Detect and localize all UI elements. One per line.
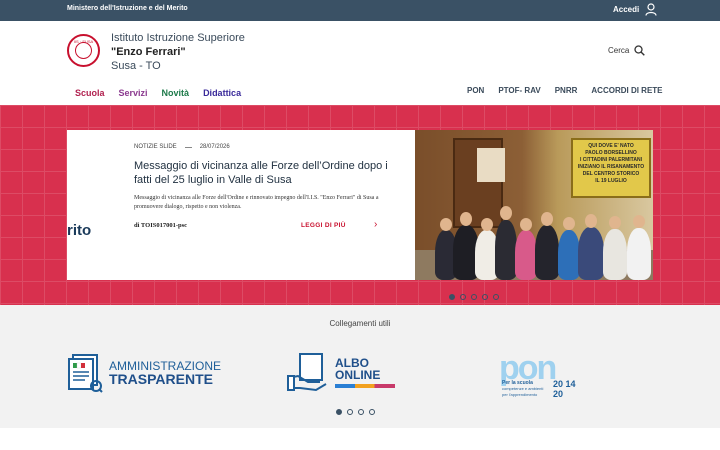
hero-slide-dot-3[interactable] [471, 294, 477, 300]
search-label: Cerca [608, 46, 630, 55]
photo-person [603, 229, 627, 280]
slide-excerpt: Messaggio di vicinanza alle Forze dell'O… [134, 195, 379, 210]
photo-head [609, 216, 621, 229]
photo-head [633, 215, 645, 228]
plaque-line: INIZIANO IL RISANAMENTO [577, 164, 645, 170]
plaque-line: I CITTADINI PALERMITANI [580, 157, 642, 163]
plaque-line: PAOLO BORSELLINO [585, 150, 637, 156]
hero-carousel: rito NOTIZIE SLIDE 28/07/2026 Messaggio … [0, 105, 720, 305]
amministrazione-trasparente-link[interactable]: AMMINISTRAZIONE TRASPARENTE [67, 353, 221, 393]
amministrazione-trasparente-label: AMMINISTRAZIONE TRASPARENTE [109, 360, 221, 387]
links-slide-dot-2[interactable] [347, 409, 353, 415]
pon-years: 20 14 20 [553, 379, 576, 399]
plaque-line: DEL CENTRO STORICO [582, 171, 640, 177]
hero-slide-dot-5[interactable] [493, 294, 499, 300]
plaque-line: QUI DOVE E' NATO [588, 143, 634, 149]
logo-emblem [75, 42, 92, 59]
news-slide-card: rito NOTIZIE SLIDE 28/07/2026 Messaggio … [67, 130, 653, 300]
photo-person [578, 227, 604, 280]
hand-holding-document-icon [287, 353, 327, 392]
photo-head [440, 218, 452, 231]
nav-item-ptof-rav[interactable]: PTOF- RAV [498, 86, 540, 95]
links-carousel-indicators [336, 409, 375, 415]
albo-online-link[interactable]: ALBO ONLINE [286, 352, 395, 392]
previous-slide-peek[interactable]: rito [67, 130, 119, 280]
slide-meta: NOTIZIE SLIDE 28/07/2026 [134, 144, 230, 150]
school-name-line1: Istituto Istruzione Superiore [111, 32, 245, 44]
useful-links-title: Collegamenti utili [329, 319, 391, 328]
photo-head [500, 206, 512, 220]
nav-item-didattica[interactable]: Didattica [203, 88, 241, 98]
links-slide-dot-4[interactable] [369, 409, 375, 415]
pon-subtitle: Per la scuola competenze e ambienti per … [502, 380, 550, 398]
arrow-right-icon[interactable]: › [374, 219, 377, 230]
photo-head [481, 218, 493, 231]
login-button[interactable]: Accedi [613, 3, 657, 16]
photo-head [563, 217, 575, 230]
documents-icon [68, 354, 103, 393]
slide-author: di TOIS017001-psc [134, 222, 188, 229]
photo-person [558, 230, 580, 280]
login-label: Accedi [613, 5, 640, 14]
slide-photo: QUI DOVE E' NATO PAOLO BORSELLINO I CITT… [415, 130, 653, 280]
plaque-line: IL 19 LUGLIO [595, 178, 627, 184]
albo-line1: ALBO [335, 355, 369, 370]
nav-item-accordi-di-rete[interactable]: ACCORDI DI RETE [591, 86, 662, 95]
photo-person [515, 230, 537, 280]
main-nav: Scuola Servizi Novità Didattica [75, 88, 241, 98]
at-line2: TRASPARENTE [109, 371, 213, 387]
site-header: IIS · SUSA Istituto Istruzione Superiore… [0, 21, 720, 105]
photo-plaque: QUI DOVE E' NATO PAOLO BORSELLINO I CITT… [571, 138, 651, 198]
pon-link[interactable]: pon Per la scuola competenze e ambienti … [499, 350, 581, 399]
school-name-line2: "Enzo Ferrari" [111, 46, 186, 58]
meta-separator [184, 147, 192, 148]
slide-category[interactable]: NOTIZIE SLIDE [134, 144, 177, 150]
school-logo[interactable]: IIS · SUSA [67, 34, 100, 67]
links-slide-dot-1[interactable] [336, 409, 342, 415]
previous-slide-fragment: rito [67, 222, 92, 239]
search-icon [634, 45, 646, 56]
secondary-nav: PON PTOF- RAV PNRR ACCORDI DI RETE [467, 86, 663, 95]
albo-line2: ONLINE [335, 367, 381, 382]
school-name-line3: Susa - TO [111, 60, 161, 72]
hero-slide-dot-4[interactable] [482, 294, 488, 300]
photo-person [627, 228, 651, 280]
top-bar: Ministero dell'Istruzione e del Merito A… [0, 0, 720, 21]
photo-person [495, 220, 517, 280]
user-icon [645, 3, 657, 16]
slide-title[interactable]: Messaggio di vicinanza alle Forze dell’O… [134, 159, 394, 187]
read-more-link[interactable]: LEGGI DI PIÙ [301, 222, 346, 229]
nav-item-novita[interactable]: Novità [162, 88, 190, 98]
photo-poster [477, 148, 505, 182]
nav-item-pon[interactable]: PON [467, 86, 484, 95]
ministry-link[interactable]: Ministero dell'Istruzione e del Merito [67, 5, 188, 12]
search-button[interactable]: Cerca [608, 45, 646, 56]
page-bottom [0, 428, 720, 450]
photo-head [520, 218, 532, 231]
nav-item-scuola[interactable]: Scuola [75, 88, 105, 98]
photo-head [541, 212, 553, 226]
nav-item-servizi[interactable]: Servizi [119, 88, 148, 98]
carousel-indicators [449, 294, 499, 300]
slide-date: 28/07/2026 [199, 144, 230, 150]
school-name[interactable]: Istituto Istruzione Superiore "Enzo Ferr… [111, 31, 245, 73]
pon-subtitle-line2: competenze e ambienti per l'apprendiment… [502, 386, 544, 397]
hero-slide-dot-1[interactable] [449, 294, 455, 300]
photo-person [535, 225, 559, 280]
nav-item-pnrr[interactable]: PNRR [555, 86, 578, 95]
hero-slide-dot-2[interactable] [460, 294, 466, 300]
albo-online-label: ALBO ONLINE [335, 357, 395, 388]
photo-head [585, 214, 597, 228]
slide-content: NOTIZIE SLIDE 28/07/2026 Messaggio di vi… [134, 130, 417, 280]
albo-color-bar [335, 383, 395, 388]
photo-head [460, 212, 472, 226]
links-slide-dot-3[interactable] [358, 409, 364, 415]
useful-links-section: Collegamenti utili AMMINISTRAZIONE TRASP… [0, 305, 720, 428]
